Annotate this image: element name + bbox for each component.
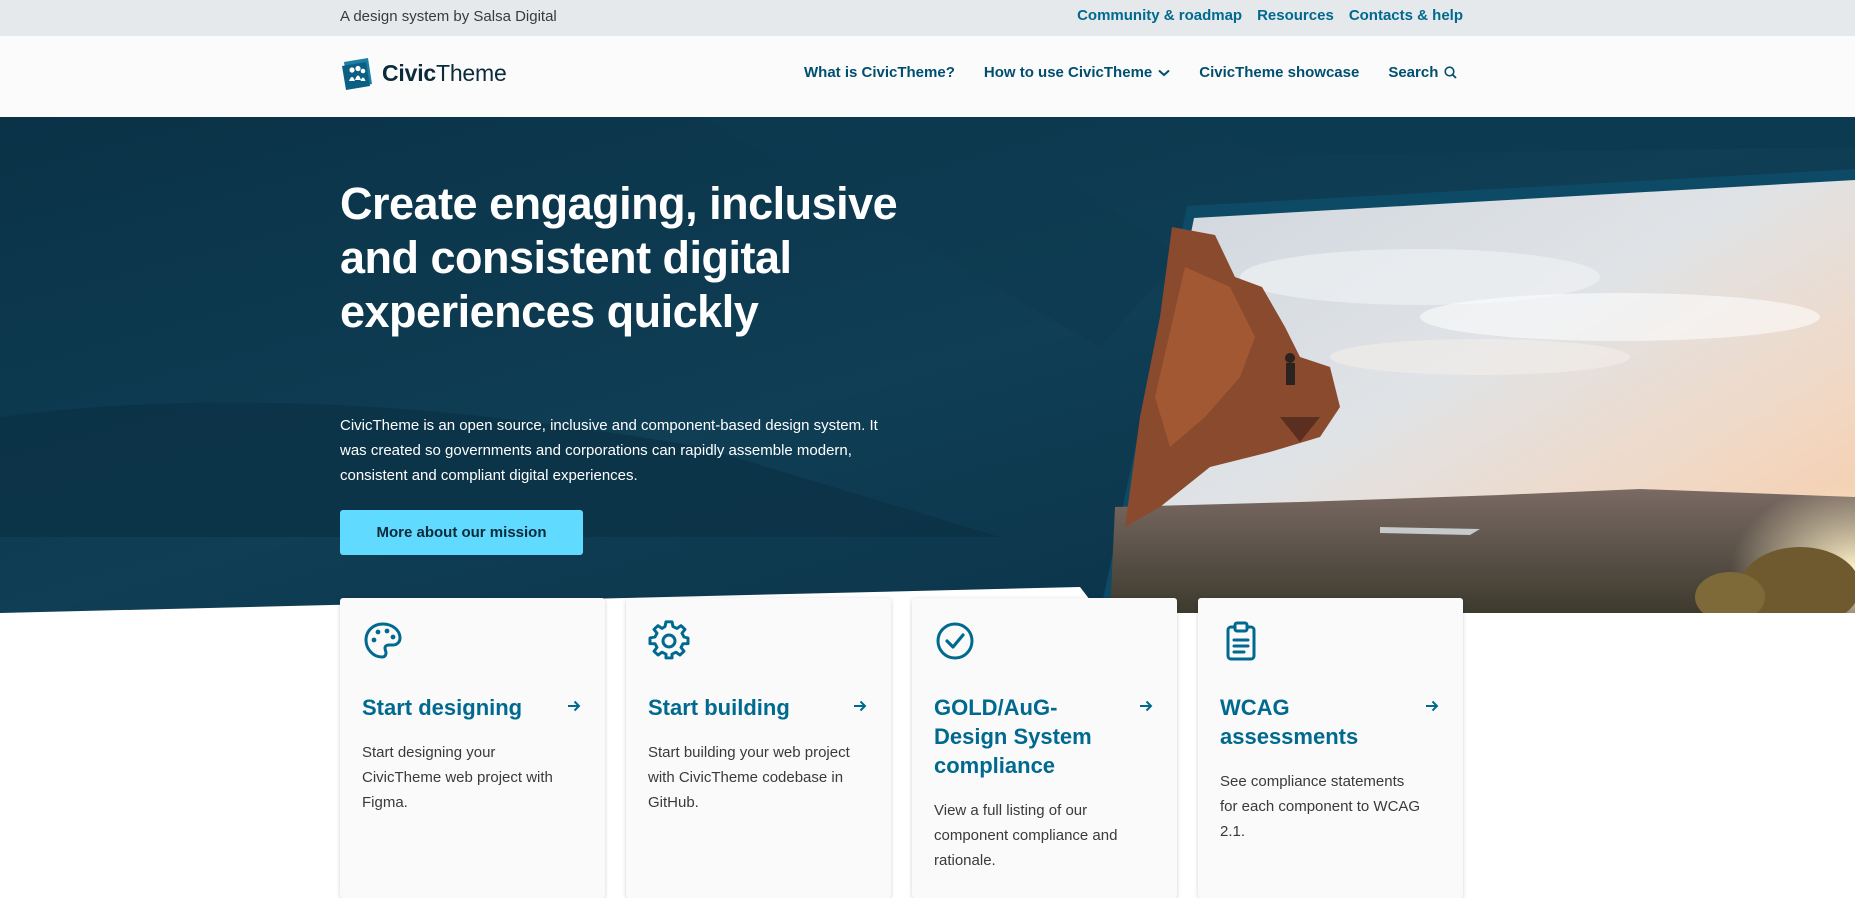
hero-title: Create engaging, inclusive and consisten… <box>340 178 898 337</box>
card-title[interactable]: Start building <box>648 693 828 722</box>
mission-button[interactable]: More about our mission <box>340 510 583 555</box>
card-title[interactable]: Start designing <box>362 693 542 722</box>
logo-mark-icon <box>342 58 372 90</box>
card-header: GOLD/AuG-Design System compliance <box>934 693 1155 780</box>
card-title[interactable]: GOLD/AuG-Design System compliance <box>934 693 1114 780</box>
card-row: Start designing Start designing your Civ… <box>340 598 1463 898</box>
card-wcag-assessments[interactable]: WCAG assessments See compliance statemen… <box>1198 598 1463 898</box>
arrow-right-icon <box>1426 700 1439 712</box>
search-button[interactable]: Search <box>1388 64 1458 81</box>
card-start-designing[interactable]: Start designing Start designing your Civ… <box>340 598 605 898</box>
nav-how-to-use[interactable]: How to use CivicTheme <box>984 64 1170 81</box>
card-gold-compliance[interactable]: GOLD/AuG-Design System compliance View a… <box>912 598 1177 898</box>
contacts-help-link[interactable]: Contacts & help <box>1349 7 1463 24</box>
nav-what-is-civictheme[interactable]: What is CivicTheme? <box>804 64 955 81</box>
card-header: Start building <box>648 693 869 722</box>
clipboard-icon <box>1226 621 1256 661</box>
community-roadmap-link[interactable]: Community & roadmap <box>1077 7 1242 24</box>
logo-text: CivicTheme <box>382 59 507 86</box>
resources-link[interactable]: Resources <box>1257 7 1334 24</box>
arrow-right-icon <box>1140 700 1153 712</box>
card-description: Start building your web project with Civ… <box>648 744 850 811</box>
arrow-right-icon <box>568 700 581 712</box>
tagline: A design system by Salsa Digital <box>340 8 557 25</box>
gear-icon <box>648 620 690 660</box>
nav-showcase[interactable]: CivicTheme showcase <box>1199 64 1359 81</box>
arrow-right-icon <box>854 700 867 712</box>
card-description: Start designing your CivicTheme web proj… <box>362 744 553 811</box>
card-header: Start designing <box>362 693 583 722</box>
hero-banner: Create engaging, inclusive and consisten… <box>0 117 1855 613</box>
hero-description: CivicTheme is an open source, inclusive … <box>340 417 878 484</box>
card-header: WCAG assessments <box>1220 693 1441 751</box>
check-circle-icon <box>936 622 974 660</box>
card-description: View a full listing of our component com… <box>934 802 1118 869</box>
chevron-down-icon <box>1158 69 1170 76</box>
search-icon <box>1444 66 1458 79</box>
site-header: CivicTheme What is CivicTheme? How to us… <box>0 36 1855 118</box>
site-logo[interactable]: CivicTheme <box>340 56 507 90</box>
card-description: See compliance statements for each compo… <box>1220 773 1421 840</box>
palette-icon <box>364 622 402 659</box>
main-nav: What is CivicTheme? How to use CivicThem… <box>804 64 1486 81</box>
utility-nav: Community & roadmap Resources Contacts &… <box>1077 7 1463 24</box>
card-title[interactable]: WCAG assessments <box>1220 693 1400 751</box>
card-start-building[interactable]: Start building Start building your web p… <box>626 598 891 898</box>
utility-bar: A design system by Salsa Digital Communi… <box>0 0 1855 36</box>
hero-background-image <box>0 117 1855 613</box>
